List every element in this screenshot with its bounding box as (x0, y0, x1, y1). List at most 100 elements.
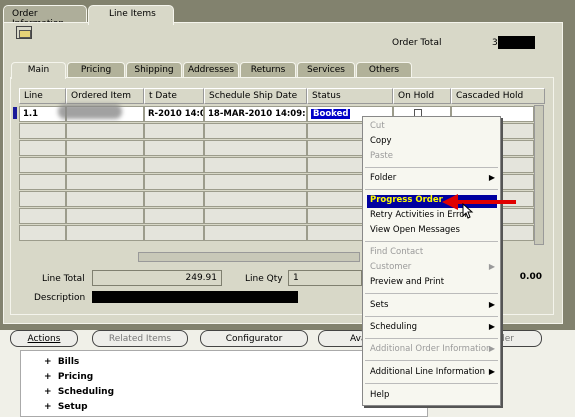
tree-item-pricing[interactable]: + Pricing (44, 372, 93, 382)
button-label: Related Items (108, 334, 172, 344)
tab-label: Services (307, 65, 345, 75)
menu-separator (365, 293, 498, 294)
empty-cell[interactable] (204, 208, 307, 224)
menu-item-preview-print[interactable]: Preview and Print (367, 277, 497, 290)
tab-returns[interactable]: Returns (240, 62, 296, 77)
empty-cell[interactable] (204, 191, 307, 207)
empty-cell[interactable] (144, 123, 204, 139)
empty-cell[interactable] (19, 157, 66, 173)
empty-cell[interactable] (144, 208, 204, 224)
submenu-arrow-icon: ▶ (488, 173, 495, 182)
folder-icon[interactable] (16, 26, 32, 39)
menu-item-find-contact[interactable]: Find Contact (367, 247, 497, 260)
column-header-on-hold[interactable]: On Hold (393, 88, 451, 104)
empty-cell[interactable] (204, 123, 307, 139)
context-menu: Cut Copy Paste Folder ▶ Progress Order Re… (362, 116, 501, 406)
empty-cell[interactable] (19, 174, 66, 190)
tree-item-setup[interactable]: + Setup (44, 402, 88, 412)
column-header-status[interactable]: Status (307, 88, 393, 104)
tree-item-label: Bills (57, 357, 80, 367)
tree-item-scheduling[interactable]: + Scheduling (44, 387, 114, 397)
empty-cell[interactable] (66, 123, 144, 139)
line-total-field[interactable]: 249.91 (92, 270, 222, 286)
empty-cell[interactable] (66, 191, 144, 207)
tab-services[interactable]: Services (297, 62, 355, 77)
button-label: der (499, 334, 514, 344)
empty-cell[interactable] (19, 140, 66, 156)
tree-item-label: Pricing (57, 372, 94, 382)
empty-cell[interactable] (19, 123, 66, 139)
menu-item-customer[interactable]: Customer ▶ (367, 262, 497, 275)
menu-item-sets[interactable]: Sets ▶ (367, 300, 497, 313)
tab-shipping[interactable]: Shipping (126, 62, 182, 77)
vertical-scrollbar[interactable] (534, 105, 544, 245)
tree-item-bills[interactable]: + Bills (44, 357, 79, 367)
tab-line-items[interactable]: Line Items (88, 5, 174, 25)
empty-cell[interactable] (204, 157, 307, 173)
menu-label: Additional Line Information (370, 367, 485, 377)
empty-cell[interactable] (144, 157, 204, 173)
availability-button[interactable]: Ava (318, 330, 368, 347)
tab-addresses[interactable]: Addresses (183, 62, 239, 77)
menu-item-paste[interactable]: Paste (367, 151, 497, 164)
tab-label: Others (368, 65, 400, 75)
tab-main[interactable]: Main (11, 62, 66, 79)
menu-item-copy[interactable]: Copy (367, 136, 497, 149)
menu-separator (365, 360, 498, 361)
tab-order-information[interactable]: Order Information (3, 5, 87, 29)
tab-others[interactable]: Others (356, 62, 412, 77)
menu-item-help[interactable]: Help (367, 390, 497, 403)
tab-label: Returns (250, 65, 286, 75)
submenu-arrow-icon: ▶ (488, 300, 495, 309)
configurator-button[interactable]: Configurator (200, 330, 308, 347)
empty-cell[interactable] (204, 140, 307, 156)
empty-cell[interactable] (204, 174, 307, 190)
empty-cell[interactable] (66, 140, 144, 156)
line-qty-field[interactable]: 1 (288, 270, 362, 286)
empty-cell[interactable] (144, 191, 204, 207)
column-header-line[interactable]: Line (19, 88, 66, 104)
empty-cell[interactable] (144, 225, 204, 241)
empty-cell[interactable] (144, 140, 204, 156)
menu-item-view-open-messages[interactable]: View Open Messages (367, 225, 497, 238)
menu-separator (365, 316, 498, 317)
empty-cell[interactable] (66, 174, 144, 190)
tab-label: Pricing (80, 65, 112, 75)
empty-cell[interactable] (19, 191, 66, 207)
column-header-ordered-item[interactable]: Ordered Item (66, 88, 144, 104)
menu-item-cut[interactable]: Cut (367, 121, 497, 134)
column-header-date[interactable]: t Date (144, 88, 204, 104)
extra-amount-field[interactable]: 0.00 (501, 270, 546, 286)
submenu-arrow-icon: ▶ (488, 367, 495, 376)
column-header-schedule-ship-date[interactable]: Schedule Ship Date (204, 88, 307, 104)
current-row-indicator (13, 107, 17, 119)
empty-cell[interactable] (19, 208, 66, 224)
menu-item-folder[interactable]: Folder ▶ (367, 173, 497, 186)
menu-item-additional-order-info[interactable]: Additional Order Information ▶ (367, 344, 497, 357)
column-header-cascaded-hold[interactable]: Cascaded Hold (451, 88, 545, 104)
related-items-button[interactable]: Related Items (92, 330, 188, 347)
arrow-head (442, 194, 458, 210)
cell-schedule-ship-date[interactable]: 18-MAR-2010 14:09:57 (204, 106, 307, 122)
line-qty-label: Line Qty (245, 274, 283, 284)
tab-pricing[interactable]: Pricing (67, 62, 125, 77)
menu-label: Scheduling (370, 322, 417, 332)
actions-button[interactable]: Actions (10, 330, 78, 347)
description-redacted[interactable] (92, 291, 298, 303)
menu-separator (365, 167, 498, 168)
empty-cell[interactable] (66, 225, 144, 241)
empty-cell[interactable] (66, 208, 144, 224)
menu-item-additional-line-info[interactable]: Additional Line Information ▶ (367, 367, 497, 380)
menu-separator (365, 383, 498, 384)
empty-cell[interactable] (204, 225, 307, 241)
order-total-value: 3 (492, 38, 498, 48)
empty-cell[interactable] (19, 225, 66, 241)
button-label: Configurator (225, 334, 283, 344)
menu-item-scheduling[interactable]: Scheduling ▶ (367, 322, 497, 335)
redacted-item-blur (58, 104, 122, 119)
submenu-arrow-icon: ▶ (488, 344, 495, 353)
empty-cell[interactable] (66, 157, 144, 173)
cell-date[interactable]: R-2010 14:09:57 (144, 106, 204, 122)
empty-cell[interactable] (144, 174, 204, 190)
horizontal-scrollbar[interactable] (138, 252, 360, 262)
